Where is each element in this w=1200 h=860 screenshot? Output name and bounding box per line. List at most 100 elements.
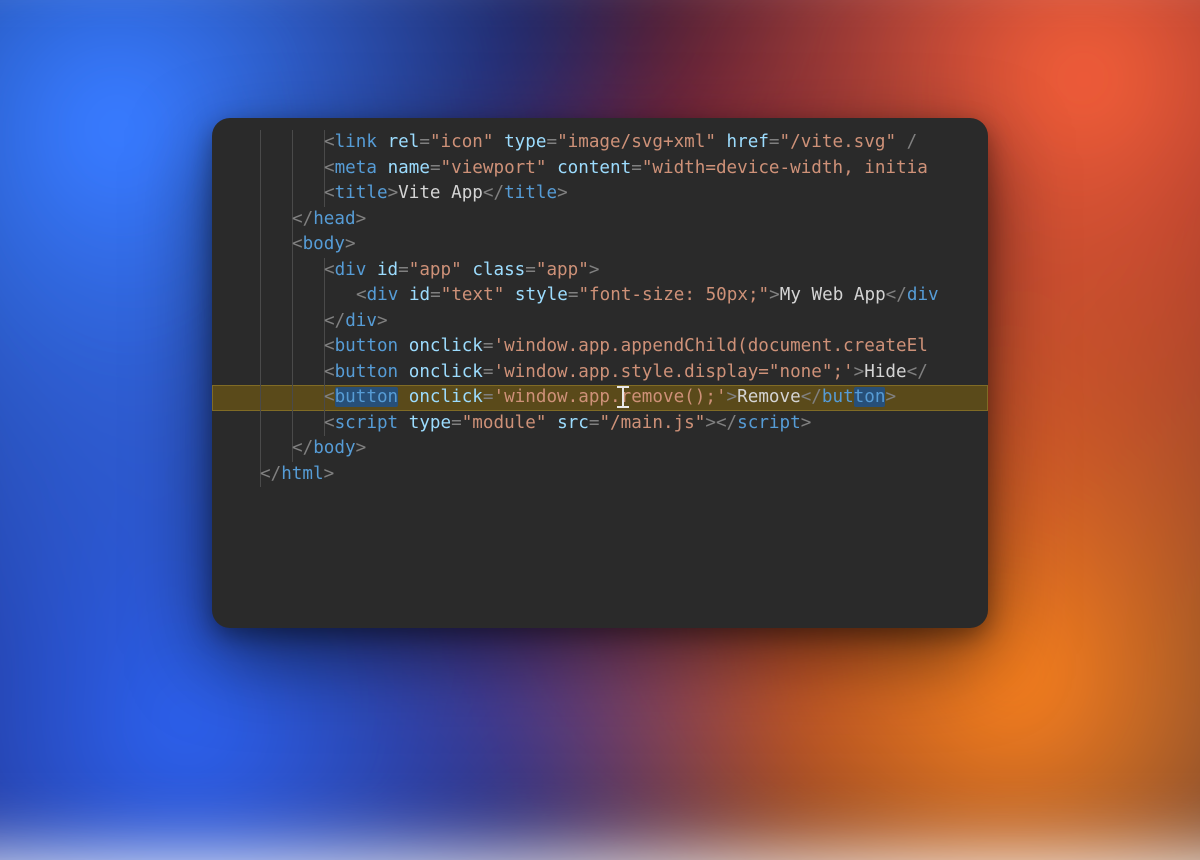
token-br: </	[907, 362, 928, 382]
token-br: =	[568, 285, 579, 305]
code-line[interactable]: <button onclick='window.app.style.displa…	[212, 360, 988, 386]
code-line[interactable]: <link rel="icon" type="image/svg+xml" hr…	[212, 130, 988, 156]
code-line[interactable]: <button onclick='window.app.appendChild(…	[212, 334, 988, 360]
token-tag: script	[335, 413, 399, 433]
token-tag: div	[907, 285, 939, 305]
token-br: </	[292, 438, 313, 458]
token-text: My Web App	[780, 285, 886, 305]
token-br: <	[292, 234, 303, 254]
code-line[interactable]: <div id="app" class="app">	[212, 258, 988, 284]
code-line[interactable]: <button onclick='window.app.remove();'>R…	[212, 385, 988, 411]
code-line[interactable]: </html>	[212, 462, 988, 488]
token-br: =	[769, 132, 780, 152]
token-str: "app"	[536, 260, 589, 280]
token-text	[377, 132, 388, 152]
token-br: =	[451, 413, 462, 433]
token-text	[366, 260, 377, 280]
code-line-content: <link rel="icon" type="image/svg+xml" hr…	[230, 132, 917, 152]
token-tag: meta	[335, 158, 377, 178]
token-br: =	[483, 336, 494, 356]
token-br: <	[324, 183, 335, 203]
token-str: "image/svg+xml"	[557, 132, 716, 152]
code-line-content: <button onclick='window.app.remove();'>R…	[230, 387, 896, 407]
token-br: >	[769, 285, 780, 305]
token-str: 'window.app.style.display="none";'	[494, 362, 854, 382]
token-attr: onclick	[409, 336, 483, 356]
token-attr: type	[504, 132, 546, 152]
token-attr: href	[727, 132, 769, 152]
token-text: Hide	[864, 362, 906, 382]
token-br: >	[356, 209, 367, 229]
code-line-content: </html>	[230, 464, 334, 484]
token-text	[716, 132, 727, 152]
token-str: "app"	[409, 260, 462, 280]
token-br: =	[483, 387, 494, 407]
token-br: >	[377, 311, 388, 331]
token-attr: style	[515, 285, 568, 305]
token-tag: body	[313, 438, 355, 458]
token-str: "module"	[462, 413, 547, 433]
token-br: <	[324, 132, 335, 152]
token-br: =	[430, 158, 441, 178]
token-br: <	[324, 336, 335, 356]
token-str: "text"	[441, 285, 505, 305]
code-editor-window[interactable]: <link rel="icon" type="image/svg+xml" hr…	[212, 118, 988, 628]
token-attr: id	[377, 260, 398, 280]
token-tag: title	[335, 183, 388, 203]
token-br: <	[324, 413, 335, 433]
token-br: </	[292, 209, 313, 229]
token-tag: div	[345, 311, 377, 331]
token-tag: div	[335, 260, 367, 280]
token-attr: content	[557, 158, 631, 178]
token-attr: onclick	[409, 387, 483, 407]
token-str: "/vite.svg"	[780, 132, 897, 152]
token-br: =	[631, 158, 642, 178]
token-text	[546, 413, 557, 433]
code-line-content: <button onclick='window.app.style.displa…	[230, 362, 928, 382]
token-br: >	[324, 464, 335, 484]
token-str: "font-size: 50px;"	[578, 285, 769, 305]
token-tag: button	[335, 336, 399, 356]
token-br: >	[388, 183, 399, 203]
token-br: =	[483, 362, 494, 382]
token-attr: name	[388, 158, 430, 178]
code-line[interactable]: </head>	[212, 207, 988, 233]
token-br: </	[886, 285, 907, 305]
token-tag: div	[367, 285, 399, 305]
token-br: <	[324, 158, 335, 178]
token-str: "viewport"	[441, 158, 547, 178]
code-line[interactable]: </body>	[212, 436, 988, 462]
token-br: >	[801, 413, 812, 433]
token-str: 'window.app.remove();'	[494, 387, 727, 407]
code-line[interactable]: <title>Vite App</title>	[212, 181, 988, 207]
code-area[interactable]: <link rel="icon" type="image/svg+xml" hr…	[212, 118, 988, 487]
token-attr: id	[409, 285, 430, 305]
code-line-content: <title>Vite App</title>	[230, 183, 568, 203]
token-br: >	[557, 183, 568, 203]
token-br: >	[705, 413, 716, 433]
code-line[interactable]: <body>	[212, 232, 988, 258]
token-text	[896, 132, 907, 152]
token-text: Vite App	[398, 183, 483, 203]
token-tag: head	[313, 209, 355, 229]
code-line[interactable]: <script type="module" src="/main.js"></s…	[212, 411, 988, 437]
token-text	[398, 285, 409, 305]
token-br: </	[483, 183, 504, 203]
code-line[interactable]: <div id="text" style="font-size: 50px;">…	[212, 283, 988, 309]
token-br: </	[324, 311, 345, 331]
token-str: "/main.js"	[599, 413, 705, 433]
token-br: >	[854, 362, 865, 382]
token-text	[398, 387, 409, 407]
token-text	[494, 132, 505, 152]
code-line-content: <meta name="viewport" content="width=dev…	[230, 158, 928, 178]
token-br: </	[716, 413, 737, 433]
token-tag: script	[737, 413, 801, 433]
token-text	[377, 158, 388, 178]
token-attr: class	[472, 260, 525, 280]
token-text	[398, 362, 409, 382]
token-br: =	[546, 132, 557, 152]
code-line[interactable]: </div>	[212, 309, 988, 335]
token-br: =	[525, 260, 536, 280]
token-br: >	[589, 260, 600, 280]
code-line[interactable]: <meta name="viewport" content="width=dev…	[212, 156, 988, 182]
